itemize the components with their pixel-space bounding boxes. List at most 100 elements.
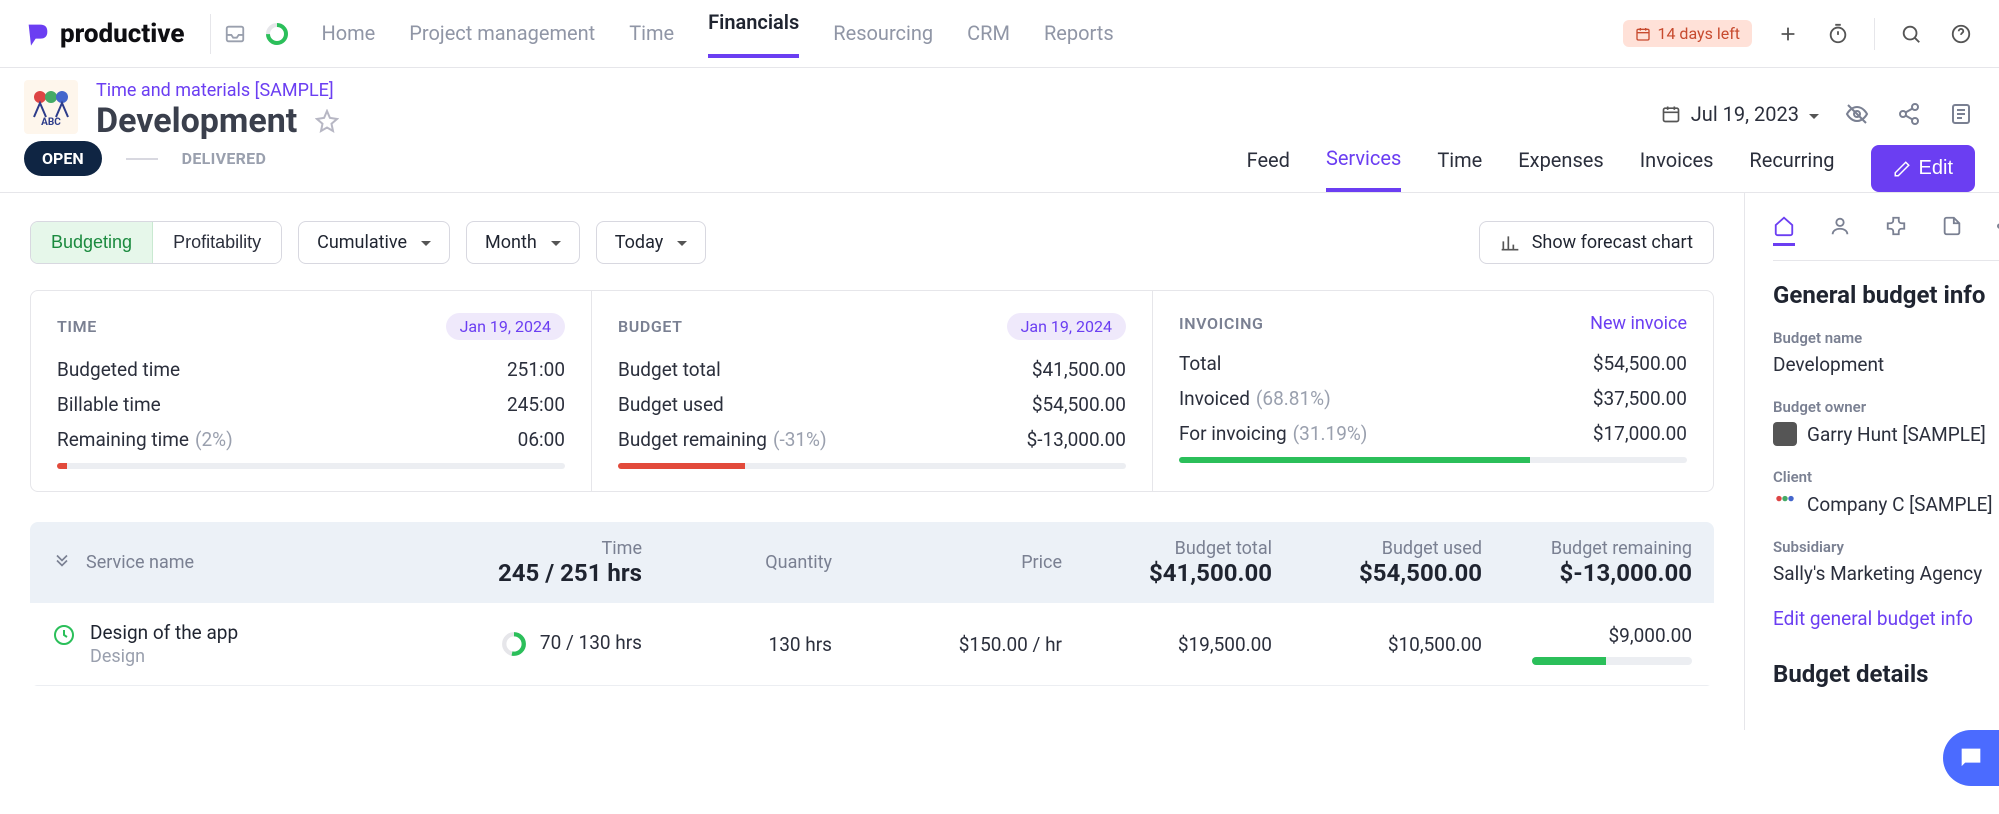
breadcrumb[interactable]: Time and materials [SAMPLE] [96, 80, 339, 101]
forecast-button[interactable]: Show forecast chart [1479, 221, 1714, 264]
expand-all-icon[interactable] [52, 553, 72, 573]
invoiced-label: Invoiced [1179, 387, 1250, 410]
nav-home[interactable]: Home [321, 21, 375, 47]
col-budget-total: $41,500.00 [1072, 559, 1272, 587]
edit-budget-info-link[interactable]: Edit general budget info [1773, 607, 1999, 630]
table-row[interactable]: Design of the app Design 70 / 130 hrs 13… [30, 603, 1714, 686]
dropdown-range-label: Today [615, 232, 663, 253]
trial-badge[interactable]: 14 days left [1623, 20, 1752, 47]
card-time-title: TIME [57, 317, 97, 336]
tab-time[interactable]: Time [1437, 148, 1482, 190]
col-quantity: Quantity [652, 552, 832, 573]
budget-used-label: Budget used [618, 393, 724, 416]
col-budget-used-label: Budget used [1282, 538, 1482, 559]
brand[interactable]: productive [24, 19, 184, 49]
col-budget-remaining: $-13,000.00 [1492, 559, 1692, 587]
new-invoice-link[interactable]: New invoice [1590, 313, 1687, 334]
notes-icon[interactable] [1947, 100, 1975, 128]
stage-open[interactable]: OPEN [24, 141, 102, 176]
service-category: Design [90, 646, 238, 667]
segment-profitability[interactable]: Profitability [153, 222, 281, 263]
dropdown-period[interactable]: Month [466, 221, 580, 264]
segment-budgeting[interactable]: Budgeting [31, 222, 153, 263]
row-quantity: 130 hrs [652, 633, 832, 656]
favorite-star-icon[interactable] [315, 109, 339, 133]
nav-time[interactable]: Time [629, 21, 674, 47]
add-icon[interactable] [1774, 20, 1802, 48]
subsidiary-label: Subsidiary [1773, 538, 1999, 556]
timer-icon[interactable] [1824, 20, 1852, 48]
stage-delivered[interactable]: DELIVERED [182, 149, 267, 168]
nav-financials[interactable]: Financials [708, 10, 799, 58]
chevron-down-icon [421, 232, 431, 253]
sidebar-section-title: General budget info [1773, 281, 1999, 309]
divider [1874, 18, 1875, 50]
card-invoicing-title: INVOICING [1179, 314, 1264, 333]
search-icon[interactable] [1897, 20, 1925, 48]
tab-expenses[interactable]: Expenses [1518, 148, 1603, 190]
share-icon[interactable] [1895, 100, 1923, 128]
col-budget-used: $54,500.00 [1282, 559, 1482, 587]
pencil-icon [1893, 160, 1911, 178]
date-selector[interactable]: Jul 19, 2023 [1661, 102, 1819, 126]
dropdown-range[interactable]: Today [596, 221, 706, 264]
project-thumb: ABC [24, 80, 78, 134]
col-budget-remaining-label: Budget remaining [1492, 538, 1692, 559]
dropdown-mode[interactable]: Cumulative [298, 221, 450, 264]
inbox-icon[interactable] [221, 20, 249, 48]
stage-separator [126, 158, 158, 160]
card-invoicing: INVOICINGNew invoice Total$54,500.00 Inv… [1153, 291, 1713, 491]
budget-remaining-label: Budget remaining [618, 428, 767, 451]
edit-button[interactable]: Edit [1871, 145, 1975, 192]
nav-reports[interactable]: Reports [1044, 21, 1114, 47]
client-avatar [1773, 492, 1797, 516]
chevron-down-icon [677, 232, 687, 253]
service-name: Design of the app [90, 621, 238, 644]
sidebar-tab-general-icon[interactable] [1773, 215, 1795, 246]
card-time-date: Jan 19, 2024 [446, 313, 565, 340]
tab-feed[interactable]: Feed [1247, 148, 1290, 190]
card-budget-title: BUDGET [618, 317, 683, 336]
budget-remaining-value: $-13,000.00 [1027, 428, 1126, 451]
bar-chart-icon [1500, 233, 1520, 253]
main-content: Budgeting Profitability Cumulative Month… [0, 193, 1744, 730]
subsidiary-value: Sally's Marketing Agency [1773, 562, 1999, 585]
visibility-off-icon[interactable] [1843, 100, 1871, 128]
nav-resourcing[interactable]: Resourcing [833, 21, 933, 47]
dropdown-period-label: Month [485, 232, 537, 253]
tab-bar: OPEN DELIVERED Feed Services Time Expens… [0, 141, 1999, 193]
owner-label: Budget owner [1773, 398, 1999, 416]
chevron-down-icon [1809, 102, 1819, 126]
dropdown-mode-label: Cumulative [317, 232, 407, 253]
brand-logo-icon [24, 20, 52, 48]
date-text: Jul 19, 2023 [1691, 102, 1799, 126]
budget-used-value: $54,500.00 [1032, 393, 1126, 416]
chat-fab[interactable] [1943, 730, 1999, 786]
sidebar-tab-addons-icon[interactable] [1885, 215, 1907, 246]
nav-project-management[interactable]: Project management [409, 21, 595, 47]
sidebar-tab-pdf-icon[interactable] [1941, 215, 1963, 246]
tab-recurring[interactable]: Recurring [1749, 148, 1834, 190]
budget-name-value: Development [1773, 353, 1999, 376]
svg-text:ABC: ABC [41, 117, 61, 127]
invoicing-total-label: Total [1179, 352, 1221, 375]
forecast-label: Show forecast chart [1532, 232, 1693, 253]
sidebar-tab-people-icon[interactable] [1829, 215, 1851, 246]
budget-progress [618, 463, 1126, 469]
col-time-total: 245 / 251 hrs [442, 559, 642, 587]
activity-ring-icon[interactable] [263, 20, 291, 48]
nav-crm[interactable]: CRM [967, 21, 1010, 47]
time-donut-icon [501, 631, 527, 657]
col-budget-total-label: Budget total [1072, 538, 1272, 559]
view-segment: Budgeting Profitability [30, 221, 282, 264]
invoiced-pct: (68.81%) [1256, 387, 1331, 410]
invoiced-value: $37,500.00 [1593, 387, 1687, 410]
col-time: Time [442, 538, 642, 559]
tab-invoices[interactable]: Invoices [1640, 148, 1714, 190]
table-header: Service name Time245 / 251 hrs Quantity … [30, 522, 1714, 603]
budget-total-label: Budget total [618, 358, 721, 381]
help-icon[interactable] [1947, 20, 1975, 48]
budget-remaining-pct: (-31%) [773, 428, 827, 451]
tab-services[interactable]: Services [1326, 146, 1401, 192]
row-time: 70 / 130 hrs [540, 631, 642, 654]
